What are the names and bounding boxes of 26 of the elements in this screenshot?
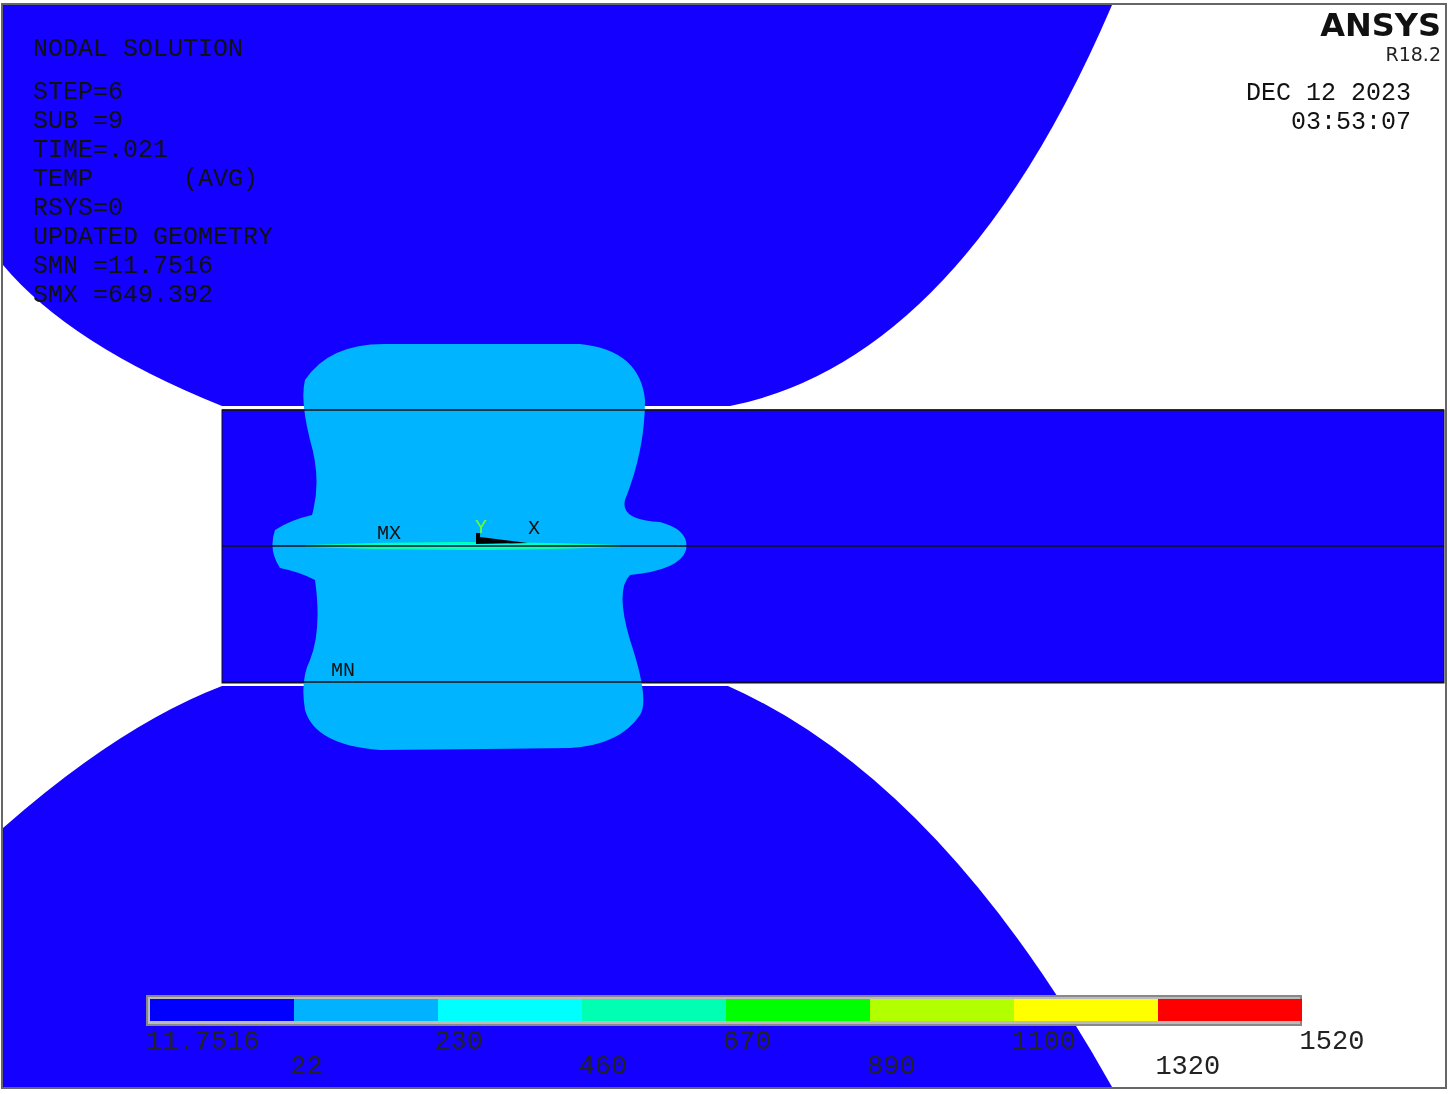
legend-label: 1520 <box>1299 1027 1365 1057</box>
logo-text: ANSYS <box>1320 6 1441 44</box>
plot-info-text: UPDATED GEOMETRY <box>33 223 274 252</box>
legend-label: 670 <box>722 1027 772 1057</box>
axis-y-label: Y <box>475 516 487 539</box>
version-text: R18.2 <box>1385 43 1441 65</box>
plot-info-text: SMX =649.392 <box>33 281 214 310</box>
legend-label: 22 <box>290 1052 323 1082</box>
legend-label: 1320 <box>1155 1052 1221 1082</box>
max-marker-text: MX <box>377 522 401 545</box>
plot-info-text: STEP=6 <box>33 78 123 107</box>
plot-info-text: TEMP (AVG) <box>33 165 259 194</box>
time-text: 03:53:07 <box>1290 108 1411 137</box>
legend-label: 890 <box>867 1052 916 1082</box>
date-text: DEC 12 2023 <box>1245 79 1411 108</box>
plot-info-text: RSYS=0 <box>33 194 123 223</box>
plot-info-text: SUB =9 <box>33 107 123 136</box>
legend-label: 230 <box>434 1027 483 1057</box>
plot-info-text: SMN =11.7516 <box>33 252 214 281</box>
plot-info-text: TIME=.021 <box>33 136 169 165</box>
legend-label: 11.7516 <box>146 1027 260 1057</box>
axis-x-label: X <box>528 517 540 540</box>
legend-label: 1100 <box>1011 1027 1076 1057</box>
legend-label: 460 <box>578 1052 628 1082</box>
min-marker-text: MN <box>331 659 355 682</box>
plot-info-text: NODAL SOLUTION <box>33 35 244 64</box>
